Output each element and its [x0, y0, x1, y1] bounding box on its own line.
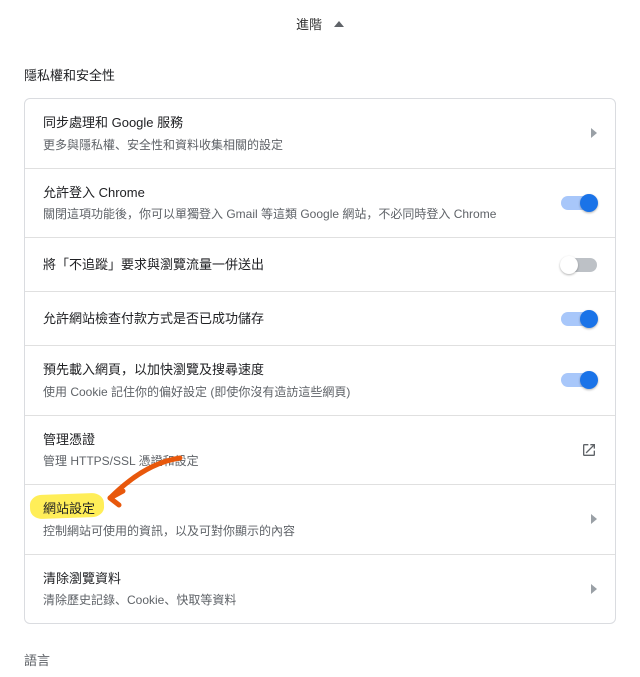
- section-title-language: 語言: [0, 624, 640, 677]
- toggle-preload[interactable]: [561, 373, 597, 387]
- row-preload-pages: 預先載入網頁，以加快瀏覽及搜尋速度 使用 Cookie 記住你的偏好設定 (即使…: [25, 346, 615, 416]
- row-title: 網站設定: [43, 499, 577, 519]
- row-allow-chrome-signin: 允許登入 Chrome 關閉這項功能後，你可以單獨登入 Gmail 等這類 Go…: [25, 169, 615, 239]
- advanced-label: 進階: [296, 14, 322, 33]
- chevron-right-icon: [591, 128, 597, 138]
- row-sub: 使用 Cookie 記住你的偏好設定 (即使你沒有造訪這些網頁): [43, 383, 547, 401]
- row-title: 允許登入 Chrome: [43, 183, 547, 203]
- row-title: 將「不追蹤」要求與瀏覽流量一併送出: [43, 255, 547, 275]
- row-payment-check: 允許網站檢查付款方式是否已成功儲存: [25, 292, 615, 346]
- toggle-allow-signin[interactable]: [561, 196, 597, 210]
- row-title: 同步處理和 Google 服務: [43, 113, 577, 133]
- chevron-right-icon: [591, 514, 597, 524]
- chevron-right-icon: [591, 584, 597, 594]
- row-sub: 管理 HTTPS/SSL 憑證和設定: [43, 452, 567, 470]
- row-site-settings[interactable]: 網站設定 控制網站可使用的資訊，以及可對你顯示的內容: [25, 485, 615, 555]
- advanced-header[interactable]: 進階: [0, 0, 640, 47]
- row-sync-google[interactable]: 同步處理和 Google 服務 更多與隱私權、安全性和資料收集相關的設定: [25, 99, 615, 169]
- settings-card: 同步處理和 Google 服務 更多與隱私權、安全性和資料收集相關的設定 允許登…: [24, 98, 616, 624]
- external-link-icon: [581, 442, 597, 458]
- row-title: 預先載入網頁，以加快瀏覽及搜尋速度: [43, 360, 547, 380]
- row-title: 清除瀏覽資料: [43, 569, 577, 589]
- row-manage-certificates[interactable]: 管理憑證 管理 HTTPS/SSL 憑證和設定: [25, 416, 615, 486]
- toggle-dnt[interactable]: [561, 258, 597, 272]
- section-title-privacy: 隱私權和安全性: [0, 47, 640, 98]
- row-clear-browsing-data[interactable]: 清除瀏覽資料 清除歷史記錄、Cookie、快取等資料: [25, 555, 615, 624]
- chevron-up-icon: [334, 21, 344, 27]
- row-sub: 更多與隱私權、安全性和資料收集相關的設定: [43, 136, 577, 154]
- row-title: 管理憑證: [43, 430, 567, 450]
- toggle-payment-check[interactable]: [561, 312, 597, 326]
- row-sub: 關閉這項功能後，你可以單獨登入 Gmail 等這類 Google 網站，不必同時…: [43, 205, 547, 223]
- row-sub: 控制網站可使用的資訊，以及可對你顯示的內容: [43, 522, 577, 540]
- row-title: 允許網站檢查付款方式是否已成功儲存: [43, 309, 547, 329]
- row-do-not-track: 將「不追蹤」要求與瀏覽流量一併送出: [25, 238, 615, 292]
- row-sub: 清除歷史記錄、Cookie、快取等資料: [43, 591, 577, 609]
